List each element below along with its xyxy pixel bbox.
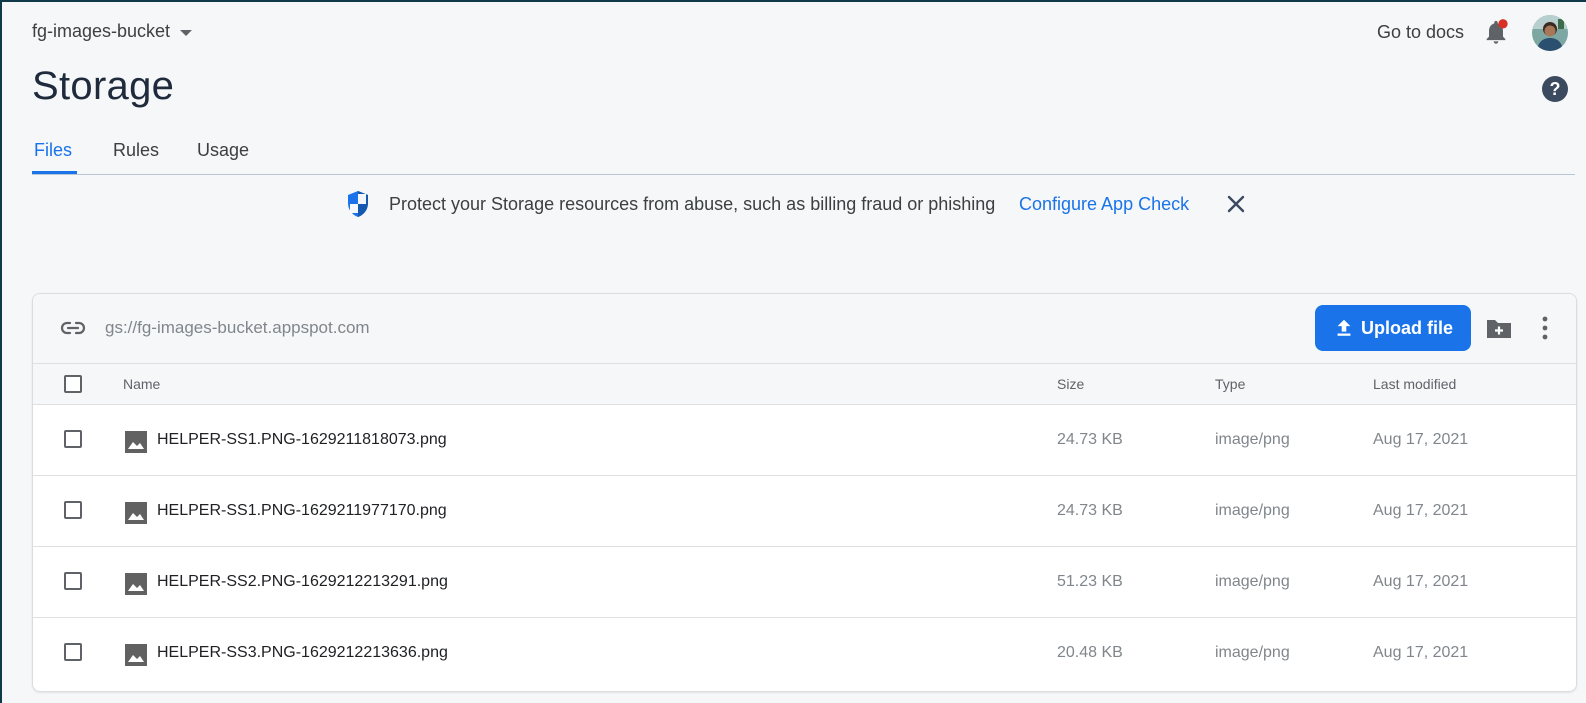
file-name[interactable]: HELPER-SS1.PNG-1629211977170.png xyxy=(157,502,447,520)
file-size: 24.73 KB xyxy=(1057,502,1123,519)
file-modified: Aug 17, 2021 xyxy=(1373,502,1469,519)
row-checkbox[interactable] xyxy=(64,643,82,661)
banner-text: Protect your Storage resources from abus… xyxy=(389,194,996,214)
table-row[interactable]: HELPER-SS1.PNG-1629211977170.png 24.73 K… xyxy=(33,476,1576,547)
link-icon[interactable] xyxy=(60,317,86,339)
tab-bar: Files Rules Usage xyxy=(32,132,1575,175)
table-row[interactable]: HELPER-SS2.PNG-1629212213291.png 51.23 K… xyxy=(33,547,1576,618)
chevron-down-icon xyxy=(180,29,193,36)
help-icon[interactable]: ? xyxy=(1542,76,1568,102)
tab-files[interactable]: Files xyxy=(32,140,77,174)
file-name[interactable]: HELPER-SS3.PNG-1629212213636.png xyxy=(157,644,448,662)
file-type: image/png xyxy=(1215,502,1290,519)
more-vert-icon[interactable] xyxy=(1539,314,1551,342)
upload-file-label: Upload file xyxy=(1360,317,1453,338)
tab-usage[interactable]: Usage xyxy=(195,140,251,174)
bucket-path: gs://fg-images-bucket.appspot.com xyxy=(105,318,370,337)
file-type: image/png xyxy=(1215,431,1290,448)
avatar[interactable] xyxy=(1532,15,1568,51)
file-type: image/png xyxy=(1215,644,1290,661)
shield-icon xyxy=(348,191,368,217)
image-file-icon xyxy=(125,431,147,453)
image-file-icon xyxy=(125,502,147,524)
column-header-type[interactable]: Type xyxy=(1215,376,1245,392)
go-to-docs-link[interactable]: Go to docs xyxy=(1377,22,1464,43)
column-header-name[interactable]: Name xyxy=(123,376,160,392)
table-header: Name Size Type Last modified xyxy=(33,364,1576,405)
table-row[interactable]: HELPER-SS3.PNG-1629212213636.png 20.48 K… xyxy=(33,618,1576,688)
file-modified: Aug 17, 2021 xyxy=(1373,644,1469,661)
notification-dot xyxy=(1498,19,1508,29)
file-size: 20.48 KB xyxy=(1057,644,1123,661)
row-checkbox[interactable] xyxy=(64,572,82,590)
bell-icon[interactable] xyxy=(1482,18,1510,46)
file-modified: Aug 17, 2021 xyxy=(1373,431,1469,448)
tab-rules[interactable]: Rules xyxy=(111,140,161,174)
file-size: 24.73 KB xyxy=(1057,431,1123,448)
project-selector[interactable]: fg-images-bucket xyxy=(32,21,193,42)
upload-file-button[interactable]: Upload file xyxy=(1315,305,1471,351)
folder-add-icon[interactable] xyxy=(1485,316,1513,340)
project-name: fg-images-bucket xyxy=(32,21,171,41)
select-all-checkbox[interactable] xyxy=(64,375,82,393)
configure-app-check-link[interactable]: Configure App Check xyxy=(1019,194,1189,215)
file-type: image/png xyxy=(1215,573,1290,590)
page-title: Storage xyxy=(32,64,175,108)
image-file-icon xyxy=(125,644,147,666)
files-card: gs://fg-images-bucket.appspot.com Upload… xyxy=(32,293,1577,692)
file-name[interactable]: HELPER-SS2.PNG-1629212213291.png xyxy=(157,573,448,591)
column-header-size[interactable]: Size xyxy=(1057,376,1084,392)
column-header-last-modified[interactable]: Last modified xyxy=(1373,376,1456,392)
row-checkbox[interactable] xyxy=(64,430,82,448)
upload-icon xyxy=(1337,319,1351,336)
close-icon[interactable] xyxy=(1224,192,1248,216)
file-size: 51.23 KB xyxy=(1057,573,1123,590)
image-file-icon xyxy=(125,573,147,595)
card-toolbar: gs://fg-images-bucket.appspot.com Upload… xyxy=(33,294,1576,364)
row-checkbox[interactable] xyxy=(64,501,82,519)
file-modified: Aug 17, 2021 xyxy=(1373,573,1469,590)
file-name[interactable]: HELPER-SS1.PNG-1629211818073.png xyxy=(157,431,447,449)
table-row[interactable]: HELPER-SS1.PNG-1629211818073.png 24.73 K… xyxy=(33,405,1576,476)
